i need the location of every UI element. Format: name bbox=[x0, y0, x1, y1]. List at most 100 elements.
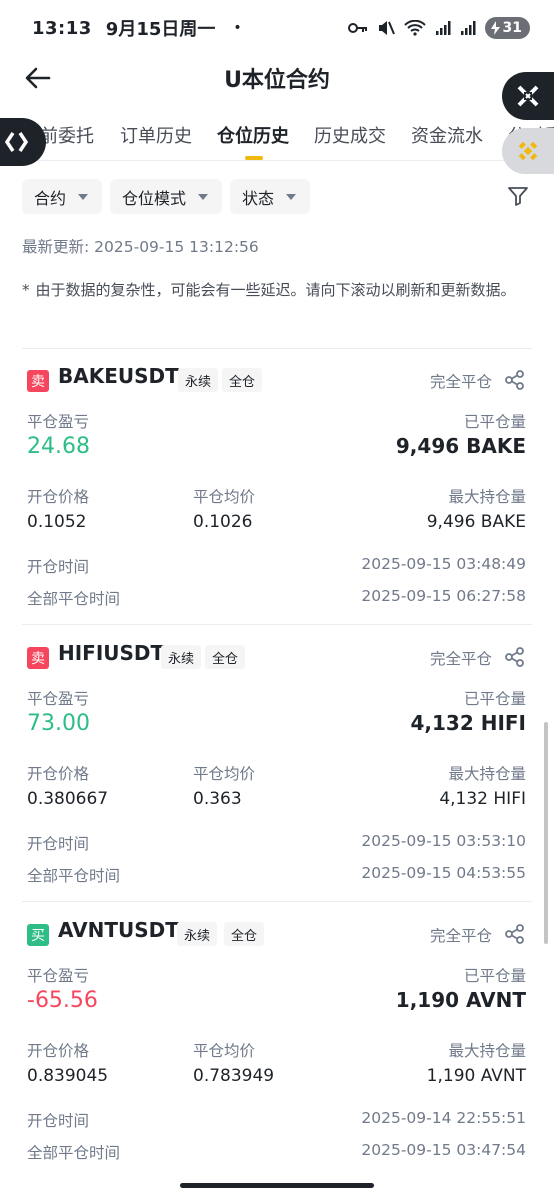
tab-funding-flow[interactable]: 资金流水 bbox=[411, 122, 483, 148]
close-avg-label: 平仓均价 bbox=[193, 1042, 256, 1060]
cross-margin-tag: 全仓 bbox=[205, 645, 246, 669]
side-float-button[interactable] bbox=[0, 118, 46, 166]
full-close-time-value: 2025-09-15 04:53:55 bbox=[361, 864, 526, 882]
open-time-value: 2025-09-15 03:53:10 bbox=[361, 832, 526, 850]
tab-bar: 前委托 订单历史 仓位历史 历史成交 资金流水 分时委 bbox=[0, 112, 554, 162]
funnel-icon[interactable] bbox=[506, 184, 530, 208]
tab-trade-history[interactable]: 历史成交 bbox=[314, 122, 386, 148]
close-all-label: 完全平仓 bbox=[429, 927, 492, 945]
open-price-label: 开仓价格 bbox=[27, 1042, 90, 1060]
top-bar: U本位合约 bbox=[0, 50, 554, 106]
contract-filter[interactable]: 合约 bbox=[22, 179, 103, 214]
open-price-label: 开仓价格 bbox=[27, 765, 90, 783]
status-filter[interactable]: 状态 bbox=[230, 179, 311, 214]
perpetual-tag: 永续 bbox=[178, 368, 219, 392]
full-close-time-label: 全部平仓时间 bbox=[27, 1144, 121, 1162]
x-logo-icon bbox=[517, 85, 539, 107]
max-hold-value: 1,190 AVNT bbox=[426, 1066, 526, 1086]
status-time: 13:13 bbox=[32, 17, 92, 39]
swap-logo-icon bbox=[4, 132, 29, 152]
side-badge: 卖 bbox=[27, 647, 49, 669]
caret-down-icon bbox=[286, 193, 297, 200]
tab-open-orders[interactable]: 前委托 bbox=[40, 122, 94, 148]
signal-icon bbox=[435, 21, 451, 35]
charging-icon bbox=[490, 21, 500, 35]
closed-qty-value: 1,190 AVNT bbox=[395, 988, 526, 1012]
symbol: HIFIUSDT bbox=[58, 641, 165, 665]
perpetual-tag: 永续 bbox=[177, 922, 218, 946]
share-icon[interactable] bbox=[504, 923, 526, 945]
close-avg-value: 0.363 bbox=[193, 789, 242, 809]
share-icon[interactable] bbox=[504, 646, 526, 668]
full-close-time-value: 2025-09-15 06:27:58 bbox=[361, 587, 526, 605]
caret-down-icon bbox=[78, 193, 89, 200]
battery-level: 31 bbox=[502, 20, 522, 36]
scrollbar[interactable] bbox=[544, 722, 548, 944]
contract-filter-label: 合约 bbox=[34, 188, 67, 208]
position-card[interactable]: 卖 BAKEUSDT 永续 全仓 完全平仓 平仓盈亏 已平仓量 24.68 9,… bbox=[0, 350, 554, 610]
close-all-label: 完全平仓 bbox=[429, 373, 492, 391]
max-hold-value: 4,132 HIFI bbox=[439, 789, 526, 809]
full-close-time-label: 全部平仓时间 bbox=[27, 590, 121, 608]
close-avg-label: 平仓均价 bbox=[193, 488, 256, 506]
notice-asterisk: * bbox=[22, 281, 30, 299]
card-divider bbox=[22, 624, 532, 625]
status-dot: • bbox=[233, 20, 242, 36]
side-badge: 卖 bbox=[27, 370, 49, 392]
binance-float-button[interactable] bbox=[502, 128, 554, 174]
max-hold-value: 9,496 BAKE bbox=[426, 512, 526, 532]
battery-indicator: 31 bbox=[484, 17, 530, 39]
max-hold-label: 最大持仓量 bbox=[448, 1042, 526, 1060]
caret-down-icon bbox=[198, 193, 209, 200]
notice-text: 由于数据的复杂性，可能会有一些延迟。请向下滚动以刷新和更新数据。 bbox=[35, 281, 516, 299]
full-close-time-label: 全部平仓时间 bbox=[27, 867, 121, 885]
closed-qty-value: 4,132 HIFI bbox=[410, 711, 526, 735]
open-price-value: 0.839045 bbox=[27, 1066, 109, 1086]
close-all-label: 完全平仓 bbox=[429, 650, 492, 668]
binance-logo-icon bbox=[518, 141, 538, 161]
max-hold-label: 最大持仓量 bbox=[448, 488, 526, 506]
max-hold-label: 最大持仓量 bbox=[448, 765, 526, 783]
cross-margin-tag: 全仓 bbox=[222, 368, 263, 392]
open-time-value: 2025-09-15 03:48:49 bbox=[361, 555, 526, 573]
close-pnl-value: 73.00 bbox=[27, 711, 90, 736]
open-price-value: 0.380667 bbox=[27, 789, 109, 809]
cross-margin-tag: 全仓 bbox=[224, 922, 265, 946]
position-card[interactable]: 买 AVNTUSDT 永续 全仓 完全平仓 平仓盈亏 已平仓量 -65.56 1… bbox=[0, 904, 554, 1164]
position-mode-filter[interactable]: 仓位模式 bbox=[110, 179, 223, 214]
close-pnl-label: 平仓盈亏 bbox=[27, 967, 90, 985]
status-filter-label: 状态 bbox=[242, 188, 275, 208]
open-time-label: 开仓时间 bbox=[27, 1112, 90, 1130]
tabs-divider bbox=[0, 160, 554, 161]
home-indicator[interactable] bbox=[180, 1183, 374, 1188]
mute-icon bbox=[378, 21, 395, 35]
delay-notice: * 由于数据的复杂性，可能会有一些延迟。请向下滚动以刷新和更新数据。 bbox=[22, 278, 532, 303]
status-icons: 31 bbox=[347, 17, 530, 39]
last-update: 最新更新: 2025-09-15 13:12:56 bbox=[22, 238, 259, 256]
back-button[interactable] bbox=[22, 62, 54, 94]
tab-position-history[interactable]: 仓位历史 bbox=[217, 122, 289, 148]
status-bar: 13:13 9月15日周一 • 31 bbox=[0, 0, 554, 56]
close-pnl-label: 平仓盈亏 bbox=[27, 413, 90, 431]
open-time-label: 开仓时间 bbox=[27, 558, 90, 576]
open-time-label: 开仓时间 bbox=[27, 835, 90, 853]
filter-bar: 合约 仓位模式 状态 bbox=[22, 179, 311, 214]
close-pnl-value: -65.56 bbox=[27, 988, 98, 1013]
side-badge: 买 bbox=[27, 924, 49, 946]
share-icon[interactable] bbox=[504, 369, 526, 391]
section-divider bbox=[22, 348, 532, 349]
page-title: U本位合约 bbox=[224, 68, 330, 93]
perpetual-tag: 永续 bbox=[161, 645, 202, 669]
card-divider bbox=[22, 901, 532, 902]
wifi-icon bbox=[403, 20, 426, 36]
key-icon bbox=[347, 23, 367, 33]
position-card[interactable]: 卖 HIFIUSDT 永续 全仓 完全平仓 平仓盈亏 已平仓量 73.00 4,… bbox=[0, 627, 554, 887]
arrow-left-icon bbox=[25, 67, 51, 89]
symbol: BAKEUSDT bbox=[58, 364, 179, 388]
close-avg-value: 0.1026 bbox=[193, 512, 253, 532]
open-price-value: 0.1052 bbox=[27, 512, 87, 532]
closed-qty-label: 已平仓量 bbox=[463, 413, 526, 431]
tab-order-history[interactable]: 订单历史 bbox=[120, 122, 192, 148]
signal-icon-2 bbox=[460, 21, 476, 35]
close-pnl-value: 24.68 bbox=[27, 434, 90, 459]
